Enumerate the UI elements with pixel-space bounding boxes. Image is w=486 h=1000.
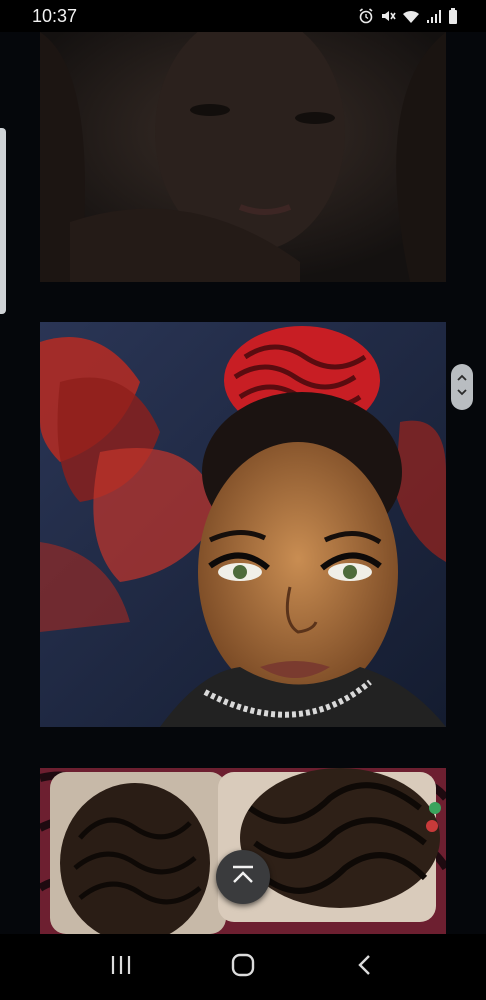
status-icons (358, 8, 458, 24)
recent-apps-button[interactable] (91, 947, 151, 987)
up-down-chevron-icon (456, 370, 468, 405)
navigation-bar (0, 934, 486, 1000)
photo-selfie-dim (40, 32, 446, 282)
scroll-to-top-button[interactable] (216, 850, 270, 904)
feed-photo-1[interactable] (40, 32, 446, 282)
chevron-up-bar-icon (230, 864, 256, 891)
battery-icon (448, 8, 458, 24)
edge-panel-handle[interactable] (0, 128, 6, 314)
recent-apps-icon (109, 954, 133, 981)
feed-photo-2[interactable] (40, 322, 446, 727)
photo-selfie-red-braids (40, 322, 446, 727)
photo-feed[interactable] (0, 32, 486, 934)
wifi-icon (402, 9, 420, 24)
status-bar: 10:37 (0, 0, 486, 32)
alarm-icon (358, 8, 374, 24)
home-button[interactable] (213, 947, 273, 987)
mute-icon (380, 8, 396, 24)
signal-icon (426, 9, 442, 24)
home-icon (230, 952, 256, 983)
back-button[interactable] (335, 947, 395, 987)
fast-scroll-handle[interactable] (451, 364, 473, 410)
status-time: 10:37 (32, 5, 78, 26)
back-icon (355, 953, 375, 982)
